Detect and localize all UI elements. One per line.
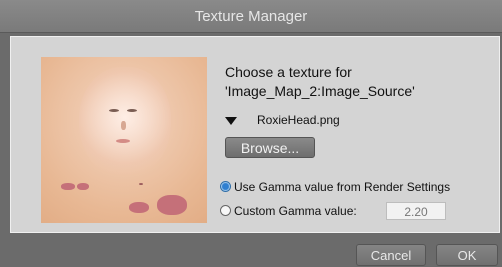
browse-button[interactable]: Browse... [225,137,315,158]
radio-unselected-icon[interactable] [220,205,231,216]
left-eye-mark [109,109,119,112]
custom-gamma-field[interactable]: 2.20 [386,202,446,220]
texture-lip-right [77,183,89,190]
prompt-line-2: 'Image_Map_2:Image_Source' [225,83,415,99]
texture-panel: Choose a texture for 'Image_Map_2:Image_… [10,36,500,233]
texture-preview-image [41,57,207,223]
texture-spot [139,183,143,185]
prompt-line-1: Choose a texture for [225,64,352,80]
texture-prompt: Choose a texture for 'Image_Map_2:Image_… [225,63,485,101]
radio-selected-icon[interactable] [220,181,231,192]
selected-file-name: RoxieHead.png [257,113,340,127]
gamma-option-custom-label: Custom Gamma value: [234,204,357,218]
gamma-option-render-label: Use Gamma value from Render Settings [234,180,451,194]
texture-lip-large [157,195,187,215]
mouth-mark [116,139,130,143]
right-eye-mark [127,109,137,112]
texture-lip-left [61,183,75,190]
texture-lip-lower [129,202,149,213]
window-title: Texture Manager [194,8,308,25]
dropdown-triangle-icon[interactable] [225,117,237,125]
cancel-button[interactable]: Cancel [356,244,426,266]
nose-mark [121,121,126,130]
ok-button[interactable]: OK [436,244,498,266]
title-bar: Texture Manager [0,0,502,33]
